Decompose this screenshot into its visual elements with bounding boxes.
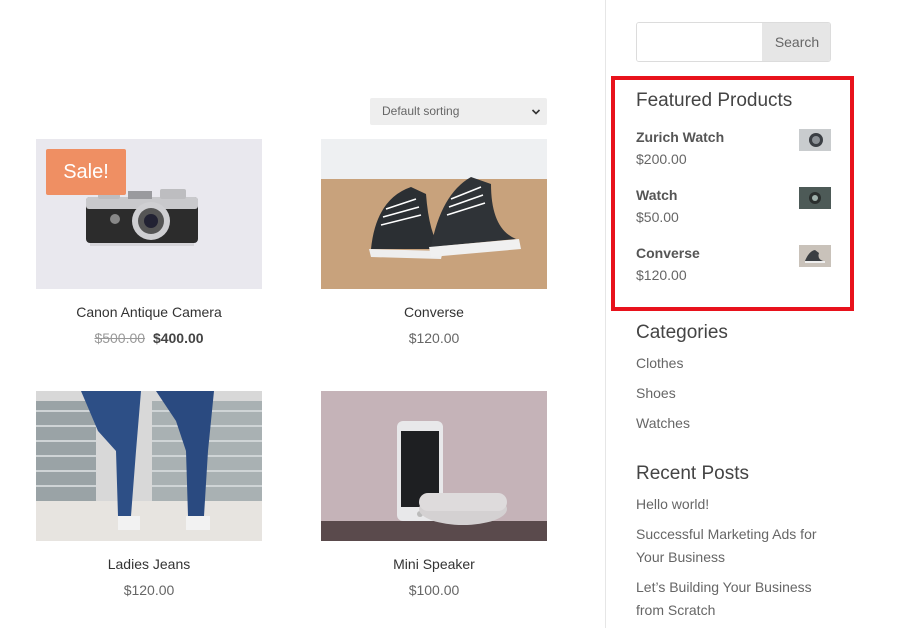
recent-posts-title: Recent Posts [636,463,749,484]
product-card-camera[interactable]: Sale! Canon Antique Camera $500.00 $400.… [36,139,262,346]
product-old-price: $500.00 [94,330,146,346]
product-card-mini-speaker[interactable]: Mini Speaker $100.00 [321,391,547,598]
product-name[interactable]: Mini Speaker [321,556,547,574]
featured-item-price: $120.00 [636,267,687,283]
category-link-watches[interactable]: Watches [636,412,836,435]
sorting-selected-label: Default sorting [382,104,460,118]
product-sale-price: $400.00 [152,330,204,346]
product-price: $100.00 [408,582,460,598]
featured-item-price: $200.00 [636,151,687,167]
product-image-camera[interactable]: Sale! [36,139,262,289]
sidebar-divider [605,0,606,628]
product-image-converse[interactable] [321,139,547,289]
product-name[interactable]: Ladies Jeans [36,556,262,574]
search-button[interactable]: Search [762,23,830,61]
featured-item[interactable]: Zurich Watch $200.00 [636,129,831,173]
featured-item[interactable]: Watch $50.00 [636,187,831,231]
recent-post-link[interactable]: Let’s Building Your Business from Scratc… [636,576,831,622]
product-card-converse[interactable]: Converse $120.00 [321,139,547,346]
product-name[interactable]: Converse [321,304,547,322]
product-price: $120.00 [123,582,175,598]
featured-item-price: $50.00 [636,209,679,225]
search-input[interactable] [637,23,762,61]
category-link-shoes[interactable]: Shoes [636,382,836,405]
featured-item[interactable]: Converse $120.00 [636,245,831,289]
search-form: Search [636,22,831,62]
shop-main: Default sorting Sale! Canon Antique Came [0,0,605,628]
product-card-ladies-jeans[interactable]: Ladies Jeans $120.00 [36,391,262,598]
featured-products-title: Featured Products [636,90,793,111]
sale-badge: Sale! [46,149,126,195]
sorting-select[interactable]: Default sorting [370,98,547,125]
product-image-mini-speaker[interactable] [321,391,547,541]
product-price: $500.00 $400.00 [36,330,262,346]
chevron-down-icon [531,109,541,115]
product-name[interactable]: Canon Antique Camera [36,304,262,322]
featured-item-thumbnail[interactable] [799,245,831,267]
category-link-clothes[interactable]: Clothes [636,352,836,375]
product-price: $120.00 [408,330,460,346]
featured-item-thumbnail[interactable] [799,187,831,209]
recent-post-link[interactable]: Successful Marketing Ads for Your Busine… [636,523,836,569]
featured-item-thumbnail[interactable] [799,129,831,151]
product-image-ladies-jeans[interactable] [36,391,262,541]
recent-post-link[interactable]: Hello world! [636,493,836,516]
categories-title: Categories [636,322,728,343]
